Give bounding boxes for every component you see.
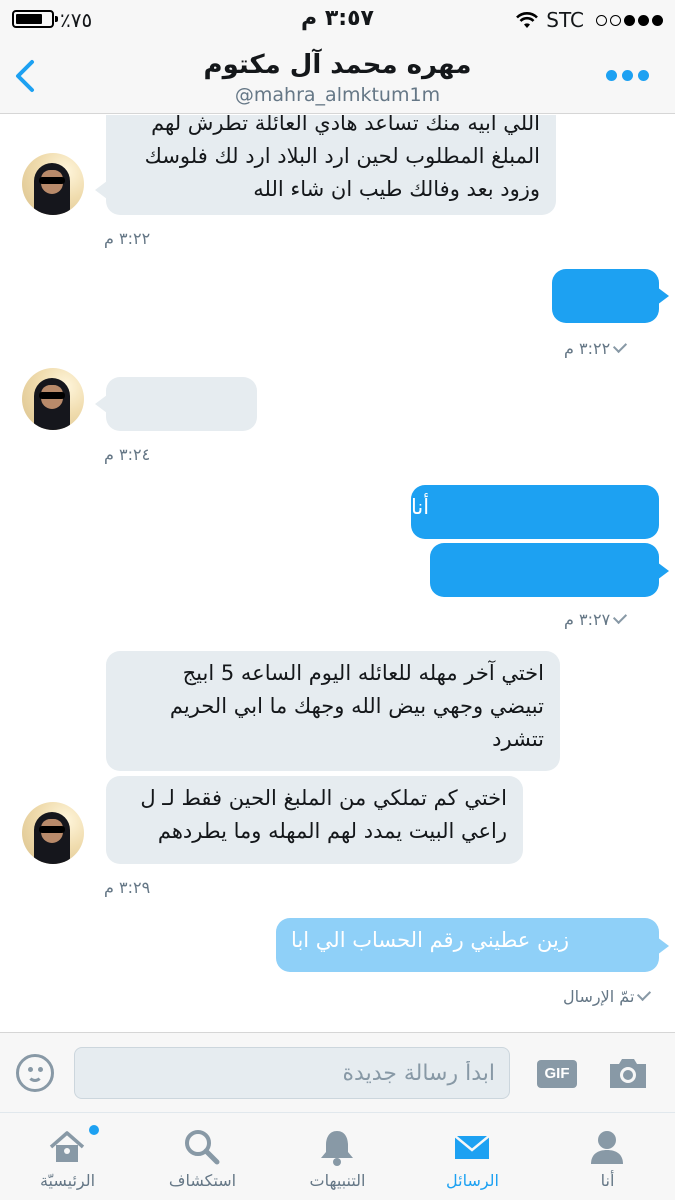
message-line: اللي أبيه منك تساعد هادي العائلة تطرش له… [151,115,540,135]
tab-notifications[interactable]: التنبيهات [270,1113,405,1200]
message-line: راعي البيت يمدد لهم المهله وما يطردهم [157,819,507,843]
tab-label: استكشاف [168,1171,237,1190]
message-timestamp: ٣:٢٢ م [104,229,151,248]
status-bar: ٪٧٥ ٣:٥٧ م STC [0,0,675,38]
message-timestamp: ٣:٢٤ م [104,445,151,464]
conversation-title: مهره محمد آل مكتوم [203,50,472,80]
tab-explore[interactable]: استكشاف [135,1113,270,1200]
message-line: اختي كم تملكي من الملبغ الحين فقط لـ ل [140,786,507,810]
tab-label: التنبيهات [309,1171,366,1190]
message-line: تبيضي وجهي بيض الله وجهك ما ابي الحريم [169,694,544,718]
bell-icon [321,1131,353,1166]
conversation-handle: @mahra_almktum1m [234,84,441,106]
message-line: المبلغ المطلوب لحين ارد البلاد ارد لك فل… [144,144,540,168]
message-timestamp: ٣:٢٢ م [564,338,628,358]
message-timestamp: ٣:٢٩ م [104,878,151,897]
incoming-message[interactable]: اختي كم تملكي من الملبغ الحين فقط لـ ل ر… [106,776,523,864]
avatar[interactable] [22,802,84,864]
message-line: وزود بعد وفالك طيب ان شاء الله [253,177,540,201]
message-thread: اللي أبيه منك تساعد هادي العائلة تطرش له… [0,115,675,1032]
message-text: زين عطيني رقم الحساب الي ابا [291,928,569,952]
search-icon [185,1130,220,1165]
avatar[interactable] [22,153,84,215]
camera-icon[interactable] [607,1055,649,1091]
signal-icon [596,14,663,26]
incoming-message[interactable]: اختي آخر مهله للعائله اليوم الساعه 5 ابي… [106,651,560,771]
incoming-message[interactable]: اللي أبيه منك تساعد هادي العائلة تطرش له… [106,115,556,215]
sent-status: تمّ الإرسال [563,986,652,1006]
carrier-name: STC [546,8,584,32]
sent-check-icon [613,338,628,354]
wifi-icon [516,12,539,28]
sent-check-icon [637,986,652,1002]
message-timestamp: ٣:٢٧ م [564,609,628,629]
notification-dot [89,1125,99,1135]
tab-label: أنا [600,1171,615,1190]
incoming-message[interactable] [106,377,257,431]
outgoing-message-pending[interactable]: زين عطيني رقم الحساب الي ابا [276,918,659,972]
message-composer: GIF [0,1032,675,1112]
outgoing-message[interactable]: أنا [411,485,659,539]
message-line: تتشرد [492,727,544,751]
tab-messages[interactable]: الرسائل [405,1113,540,1200]
tab-bar: الرئيسيّة استكشاف التنبيهات الرسائل أنا [0,1112,675,1200]
tab-label: الرسائل [446,1171,499,1190]
avatar[interactable] [22,368,84,430]
outgoing-message[interactable] [552,269,659,323]
gif-button[interactable]: GIF [537,1060,577,1088]
conversation-header: مهره محمد آل مكتوم @mahra_almktum1m [0,38,675,114]
sent-check-icon [613,609,628,625]
carrier-info: STC [514,8,663,32]
home-icon [49,1131,85,1162]
envelope-icon [454,1135,490,1159]
tab-me[interactable]: أنا [540,1113,675,1200]
more-options-icon[interactable] [606,70,649,81]
tab-label: الرئيسيّة [39,1171,96,1190]
message-input[interactable] [74,1047,510,1099]
outgoing-message[interactable] [430,543,659,597]
message-line: اختي آخر مهله للعائله اليوم الساعه 5 ابي… [182,661,544,685]
tab-home[interactable]: الرئيسيّة [0,1113,135,1200]
message-text: أنا [411,495,430,519]
emoji-icon[interactable] [16,1054,54,1092]
person-icon [591,1131,623,1164]
